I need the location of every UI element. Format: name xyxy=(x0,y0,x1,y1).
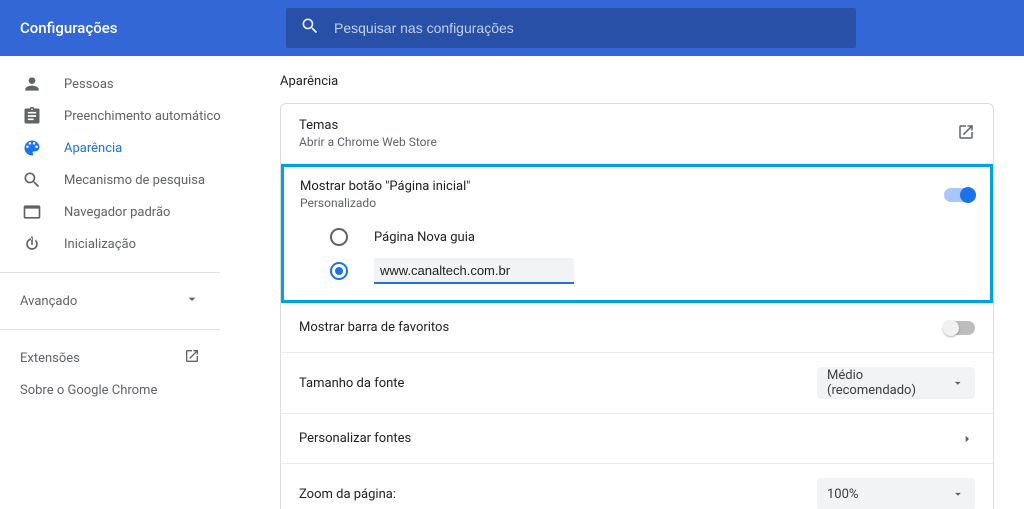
divider xyxy=(0,329,220,330)
radio-new-tab-label: Página Nova guia xyxy=(374,230,475,245)
sidebar-item-label: Preenchimento automático xyxy=(64,109,221,124)
chevron-right-icon xyxy=(959,431,975,447)
radio-circle-icon xyxy=(330,228,348,246)
page-zoom-select[interactable]: 100% xyxy=(817,478,975,509)
home-button-sub: Personalizado xyxy=(300,196,470,210)
sidebar-item-label: Navegador padrão xyxy=(64,205,170,220)
search-icon xyxy=(22,170,42,190)
search-icon xyxy=(286,16,334,40)
sidebar-item-search-engine[interactable]: Mecanismo de pesquisa xyxy=(0,164,250,196)
browser-icon xyxy=(22,202,42,222)
bookmarks-bar-label: Mostrar barra de favoritos xyxy=(299,320,449,335)
main-content: Aparência Temas Abrir a Chrome Web Store… xyxy=(250,56,1024,509)
open-external-icon xyxy=(957,123,975,145)
radio-custom-url[interactable] xyxy=(330,254,974,288)
clipboard-icon xyxy=(22,106,42,126)
sidebar-item-appearance[interactable]: Aparência xyxy=(0,132,250,164)
header: Configurações xyxy=(0,0,1024,56)
row-themes[interactable]: Temas Abrir a Chrome Web Store xyxy=(281,104,993,164)
custom-url-input[interactable] xyxy=(374,258,574,284)
radio-circle-icon xyxy=(330,262,348,280)
palette-icon xyxy=(22,138,42,158)
advanced-label: Avançado xyxy=(20,294,77,309)
about-label: Sobre o Google Chrome xyxy=(20,383,157,398)
divider xyxy=(0,272,220,273)
page-zoom-label: Zoom da página: xyxy=(299,487,396,502)
appearance-card: Temas Abrir a Chrome Web Store Mostrar b… xyxy=(280,103,994,509)
sidebar-item-label: Aparência xyxy=(64,141,122,156)
row-page-zoom: Zoom da página: 100% xyxy=(281,464,993,509)
sidebar-item-extensions[interactable]: Extensões xyxy=(0,342,220,374)
radio-new-tab[interactable]: Página Nova guia xyxy=(330,220,974,254)
chevron-down-icon xyxy=(951,376,965,390)
sidebar-item-autofill[interactable]: Preenchimento automático xyxy=(0,100,250,132)
sidebar-item-label: Pessoas xyxy=(64,77,114,92)
sidebar-item-people[interactable]: Pessoas xyxy=(0,68,250,100)
bookmarks-bar-toggle[interactable] xyxy=(945,321,975,335)
home-button-toggle[interactable] xyxy=(944,188,974,202)
sidebar-item-label: Inicialização xyxy=(64,237,136,252)
advanced-toggle[interactable]: Avançado xyxy=(0,285,220,317)
sidebar-item-default-browser[interactable]: Navegador padrão xyxy=(0,196,250,228)
person-icon xyxy=(22,74,42,94)
home-button-label: Mostrar botão "Página inicial" xyxy=(300,179,470,194)
page-title: Configurações xyxy=(0,19,286,37)
sidebar-item-startup[interactable]: Inicialização xyxy=(0,228,250,260)
row-home-button: Mostrar botão "Página inicial" Personali… xyxy=(281,164,993,303)
open-external-icon xyxy=(184,348,200,368)
search-bar[interactable] xyxy=(286,8,856,48)
sidebar-item-about[interactable]: Sobre o Google Chrome xyxy=(0,374,250,406)
customize-fonts-label: Personalizar fontes xyxy=(299,431,411,446)
sidebar: Pessoas Preenchimento automático Aparênc… xyxy=(0,56,250,509)
search-input[interactable] xyxy=(334,20,856,36)
chevron-down-icon xyxy=(184,291,200,311)
extensions-label: Extensões xyxy=(20,351,80,366)
section-title-appearance: Aparência xyxy=(280,74,994,89)
row-bookmarks-bar: Mostrar barra de favoritos xyxy=(281,303,993,353)
themes-sub: Abrir a Chrome Web Store xyxy=(299,135,437,149)
home-button-radio-group: Página Nova guia xyxy=(300,220,974,288)
font-size-label: Tamanho da fonte xyxy=(299,376,404,391)
chevron-down-icon xyxy=(951,487,965,501)
sidebar-item-label: Mecanismo de pesquisa xyxy=(64,173,205,188)
font-size-value: Médio (recomendado) xyxy=(827,368,951,398)
power-icon xyxy=(22,234,42,254)
row-font-size: Tamanho da fonte Médio (recomendado) xyxy=(281,353,993,414)
row-customize-fonts[interactable]: Personalizar fontes xyxy=(281,414,993,464)
page-zoom-value: 100% xyxy=(827,487,858,502)
font-size-select[interactable]: Médio (recomendado) xyxy=(817,367,975,399)
themes-label: Temas xyxy=(299,118,437,133)
